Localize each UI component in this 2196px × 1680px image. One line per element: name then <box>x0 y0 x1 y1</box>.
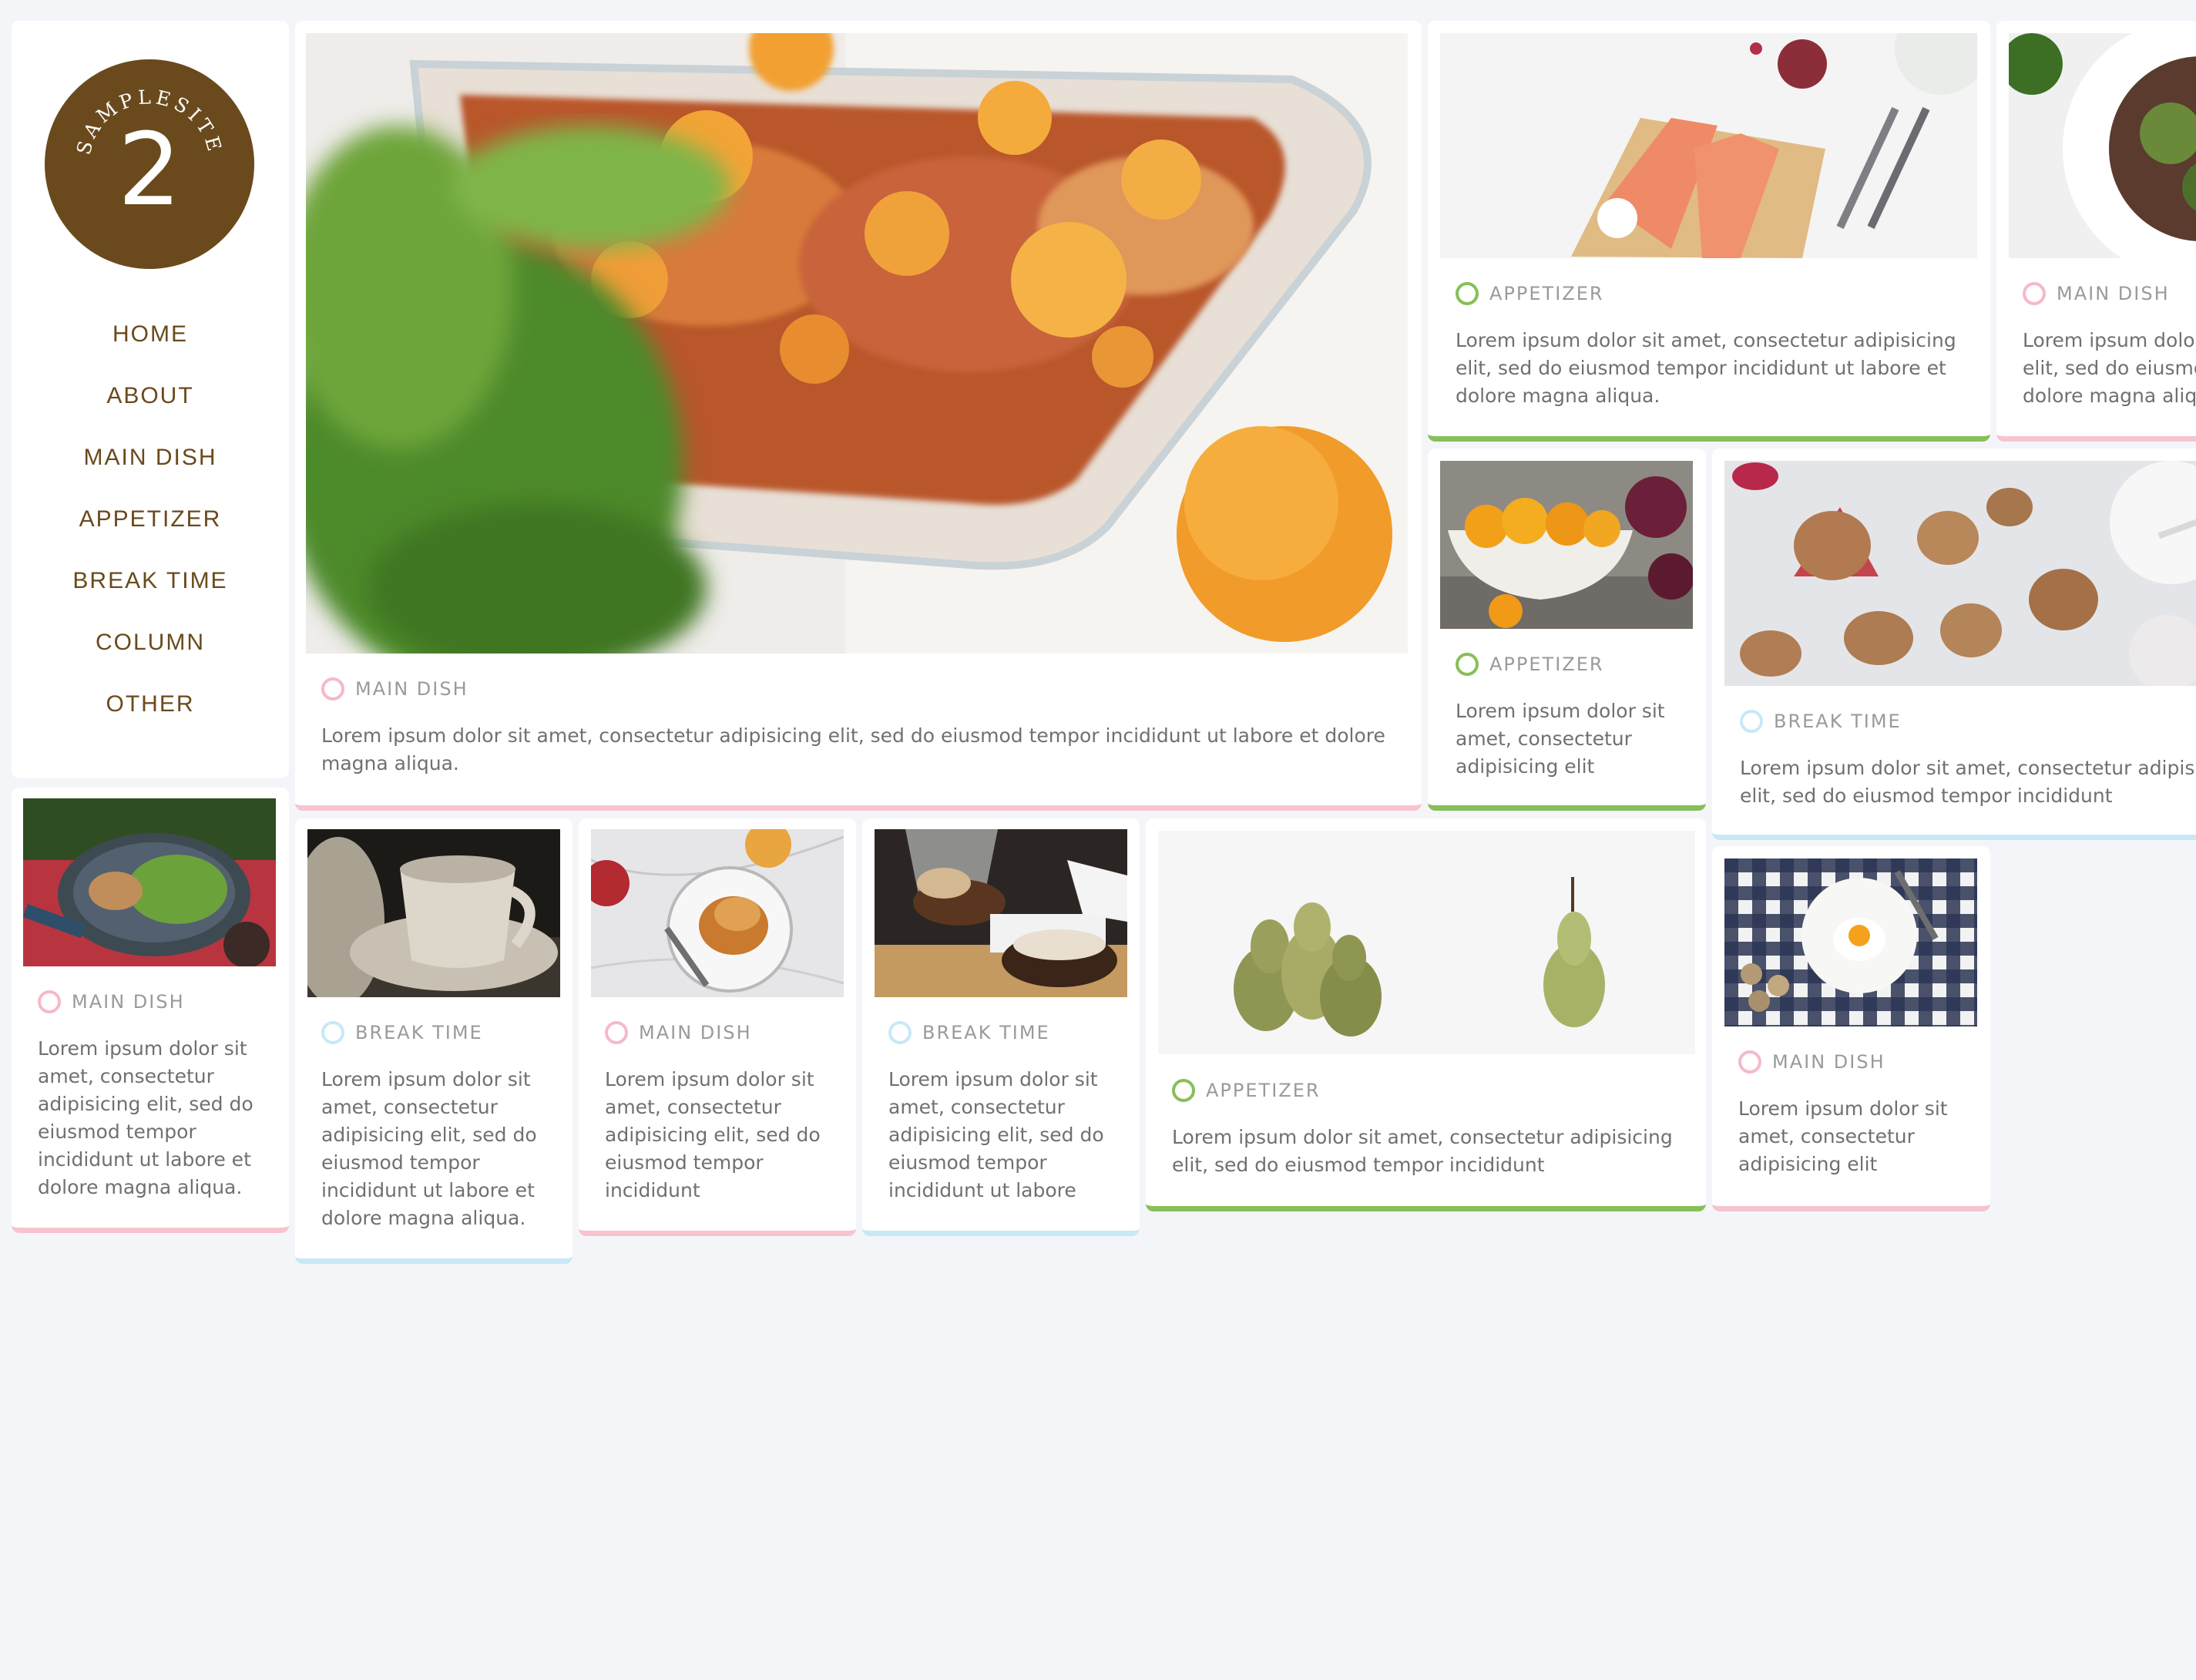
post-card-burger[interactable]: BREAK TIME Lorem ipsum dolor sit amet, c… <box>862 818 1140 1236</box>
post-category-pan-greens[interactable]: MAIN DISH <box>38 990 185 1013</box>
salmon-photo[interactable] <box>1440 33 1977 258</box>
egg-photo[interactable] <box>1724 858 1977 1026</box>
post-category-mug[interactable]: BREAK TIME <box>321 1021 483 1044</box>
mug-photo[interactable] <box>307 829 560 997</box>
pan-greens-image <box>23 798 276 966</box>
steak-salad-image <box>2009 33 2196 258</box>
post-card-kumquats[interactable]: APPETIZER Lorem ipsum dolor sit amet, co… <box>1428 449 1706 811</box>
pears-image <box>1158 831 1695 1054</box>
appetizer-ring-icon <box>1456 653 1479 676</box>
burger-image <box>875 829 1127 997</box>
appetizer-ring-icon <box>1456 282 1479 305</box>
post-category-kumquats[interactable]: APPETIZER <box>1456 653 1604 676</box>
post-excerpt-egg: Lorem ipsum dolor sit amet, consectetur … <box>1738 1097 1948 1175</box>
main-dish-ring-icon <box>1738 1050 1761 1074</box>
post-excerpt-steak-salad: Lorem ipsum dolor elit, sed do eiusmo do… <box>2023 329 2196 407</box>
post-card-salmon[interactable]: APPETIZER Lorem ipsum dolor sit amet, co… <box>1428 21 1990 442</box>
post-card-cookies[interactable]: BREAK TIME Lorem ipsum dolor sit amet, c… <box>1712 449 2196 840</box>
category-label: BREAK TIME <box>355 1022 483 1043</box>
category-label: MAIN DISH <box>639 1022 752 1043</box>
category-label: BREAK TIME <box>922 1022 1050 1043</box>
decorated-cookies-image <box>1724 461 2196 686</box>
appetizer-ring-icon <box>1172 1079 1195 1102</box>
post-excerpt-toast: Lorem ipsum dolor sit amet, consectetur … <box>605 1068 821 1201</box>
post-category-salmon[interactable]: APPETIZER <box>1456 282 1604 305</box>
post-card-toast[interactable]: MAIN DISH Lorem ipsum dolor sit amet, co… <box>579 818 856 1236</box>
post-card-pears[interactable]: APPETIZER Lorem ipsum dolor sit amet, co… <box>1146 818 1706 1211</box>
post-category-egg[interactable]: MAIN DISH <box>1738 1050 1885 1074</box>
salmon-fillets-image <box>1440 33 1977 258</box>
break-time-ring-icon <box>321 1021 344 1044</box>
post-card-egg[interactable]: MAIN DISH Lorem ipsum dolor sit amet, co… <box>1712 846 1990 1211</box>
main-dish-ring-icon <box>321 677 344 701</box>
post-category-pears[interactable]: APPETIZER <box>1172 1079 1321 1102</box>
kumquats-photo[interactable] <box>1440 461 1693 629</box>
post-category-steak-salad[interactable]: MAIN DISH <box>2023 282 2170 305</box>
cookies-photo[interactable] <box>1724 461 2196 686</box>
french-toast-image <box>591 829 844 997</box>
post-category-featured[interactable]: MAIN DISH <box>321 677 468 701</box>
category-label: MAIN DISH <box>72 991 185 1013</box>
baked-citrus-chicken-image <box>306 33 1408 654</box>
post-card-featured[interactable]: MAIN DISH Lorem ipsum dolor sit amet, co… <box>295 21 1422 811</box>
post-card-pan-greens[interactable]: MAIN DISH Lorem ipsum dolor sit amet, co… <box>12 788 289 1233</box>
ceramic-mug-image <box>307 829 560 997</box>
main-dish-ring-icon <box>38 990 61 1013</box>
post-category-toast[interactable]: MAIN DISH <box>605 1021 752 1044</box>
post-excerpt-mug: Lorem ipsum dolor sit amet, consectetur … <box>321 1068 537 1229</box>
logo-number: 2 <box>117 111 182 228</box>
category-label: APPETIZER <box>1206 1080 1321 1101</box>
post-excerpt-burger: Lorem ipsum dolor sit amet, consectetur … <box>888 1068 1104 1201</box>
post-category-burger[interactable]: BREAK TIME <box>888 1021 1050 1044</box>
nav-break-time[interactable]: BREAK TIME <box>12 568 289 594</box>
main-dish-ring-icon <box>605 1021 628 1044</box>
post-excerpt-salmon: Lorem ipsum dolor sit amet, consectetur … <box>1456 329 1956 407</box>
post-excerpt-cookies: Lorem ipsum dolor sit amet, consectetur … <box>1740 757 2196 807</box>
category-label: APPETIZER <box>1489 654 1604 675</box>
nav-home[interactable]: HOME <box>12 321 289 348</box>
fried-egg-image <box>1724 858 1977 1026</box>
burger-photo[interactable] <box>875 829 1127 997</box>
pan-greens-photo[interactable] <box>23 798 276 966</box>
break-time-ring-icon <box>1740 710 1763 733</box>
post-excerpt-featured: Lorem ipsum dolor sit amet, consectetur … <box>321 724 1385 774</box>
post-excerpt-pears: Lorem ipsum dolor sit amet, consectetur … <box>1172 1126 1673 1176</box>
nav-appetizer[interactable]: APPETIZER <box>12 506 289 533</box>
steak-salad-photo[interactable] <box>2009 33 2196 258</box>
sidebar: SAMPLESITE 2 HOME ABOUT MAIN DISH APPETI… <box>12 21 289 778</box>
category-label: BREAK TIME <box>1774 711 1902 732</box>
nav-column[interactable]: COLUMN <box>12 630 289 656</box>
site-logo[interactable]: SAMPLESITE 2 <box>45 59 254 269</box>
main-dish-ring-icon <box>2023 282 2046 305</box>
post-category-cookies[interactable]: BREAK TIME <box>1740 710 1902 733</box>
kumquat-bowl-image <box>1440 461 1693 629</box>
nav-other[interactable]: OTHER <box>12 691 289 717</box>
nav-about[interactable]: ABOUT <box>12 383 289 409</box>
post-card-mug[interactable]: BREAK TIME Lorem ipsum dolor sit amet, c… <box>295 818 573 1264</box>
category-label: MAIN DISH <box>355 678 468 700</box>
post-card-steak-salad[interactable]: MAIN DISH Lorem ipsum dolor elit, sed do… <box>1996 21 2196 442</box>
break-time-ring-icon <box>888 1021 912 1044</box>
category-label: APPETIZER <box>1489 283 1604 304</box>
pears-photo[interactable] <box>1158 831 1695 1054</box>
post-excerpt-pan-greens: Lorem ipsum dolor sit amet, consectetur … <box>38 1037 254 1198</box>
toast-photo[interactable] <box>591 829 844 997</box>
nav-main-dish[interactable]: MAIN DISH <box>12 445 289 471</box>
post-excerpt-kumquats: Lorem ipsum dolor sit amet, consectetur … <box>1456 700 1665 778</box>
category-label: MAIN DISH <box>1772 1051 1885 1073</box>
category-label: MAIN DISH <box>2057 283 2170 304</box>
featured-photo[interactable] <box>306 33 1408 654</box>
